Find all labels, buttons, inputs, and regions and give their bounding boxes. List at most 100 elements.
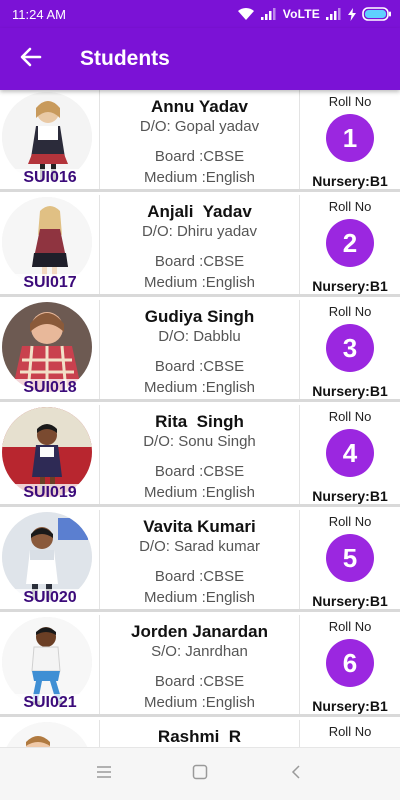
- student-medium: Medium :English: [144, 274, 255, 291]
- home-square-icon: [192, 764, 208, 785]
- student-info: Vavita Kumari D/O: Sarad kumar Board :CB…: [100, 510, 300, 609]
- roll-column: Roll No 4 Nursery:B1: [300, 405, 400, 504]
- status-bar: 11:24 AM VoLTE: [0, 0, 400, 28]
- student-name: Annu Yadav: [151, 97, 248, 116]
- student-info: Annu Yadav D/O: Gopal yadav Board :CBSE …: [100, 90, 300, 189]
- student-info: Rashmi R: [100, 720, 300, 747]
- roll-column: Roll No 6 Nursery:B1: [300, 615, 400, 714]
- system-nav-bar: [0, 747, 400, 800]
- student-medium: Medium :English: [144, 589, 255, 606]
- student-card[interactable]: SUI019 Rita Singh D/O: Sonu Singh Board …: [0, 405, 400, 507]
- student-photo-column: SUI021: [0, 615, 100, 714]
- student-name: Gudiya Singh: [144, 307, 255, 326]
- student-class: Nursery:B1: [312, 278, 388, 294]
- roll-number-badge: 6: [326, 639, 374, 687]
- student-class: Nursery:B1: [312, 593, 388, 609]
- student-parent: D/O: Gopal yadav: [139, 118, 260, 135]
- roll-label: Roll No: [328, 514, 372, 529]
- student-board: Board :CBSE: [154, 358, 245, 375]
- student-photo-column: SUI017: [0, 195, 100, 294]
- student-name: Vavita Kumari: [143, 517, 256, 536]
- roll-label: Roll No: [328, 724, 372, 739]
- student-id: SUI016: [0, 169, 99, 187]
- student-board: Board :CBSE: [154, 253, 245, 270]
- student-info: Gudiya Singh D/O: Dabblu Board :CBSE Med…: [100, 300, 300, 399]
- arrow-left-icon: [20, 46, 42, 73]
- student-id: SUI018: [0, 379, 99, 397]
- network-label: VoLTE: [282, 7, 320, 21]
- student-card[interactable]: SUI021 Jorden Janardan S/O: Janrdhan Boa…: [0, 615, 400, 717]
- student-class: Nursery:B1: [312, 698, 388, 714]
- student-class: Nursery:B1: [312, 173, 388, 189]
- student-card[interactable]: SUI018 Gudiya Singh D/O: Dabblu Board :C…: [0, 300, 400, 402]
- student-photo-column: SUI018: [0, 300, 100, 399]
- status-icons: VoLTE: [237, 7, 392, 21]
- student-class: Nursery:B1: [312, 488, 388, 504]
- student-info: Rita Singh D/O: Sonu Singh Board :CBSE M…: [100, 405, 300, 504]
- status-time: 11:24 AM: [12, 6, 66, 22]
- roll-label: Roll No: [328, 409, 372, 424]
- roll-column: Roll No 5 Nursery:B1: [300, 510, 400, 609]
- student-photo-column: [0, 720, 100, 747]
- app-bar: Students: [0, 28, 400, 90]
- roll-label: Roll No: [328, 94, 372, 109]
- student-parent: D/O: Dhiru yadav: [141, 223, 258, 240]
- student-info: Anjali Yadav D/O: Dhiru yadav Board :CBS…: [100, 195, 300, 294]
- student-parent: S/O: Janrdhan: [151, 643, 248, 660]
- student-medium: Medium :English: [144, 694, 255, 711]
- student-board: Board :CBSE: [154, 568, 245, 585]
- student-card[interactable]: SUI017 Anjali Yadav D/O: Dhiru yadav Boa…: [0, 195, 400, 297]
- student-id: SUI017: [0, 274, 99, 292]
- student-parent: D/O: Sarad kumar: [139, 538, 260, 555]
- student-medium: Medium :English: [144, 379, 255, 396]
- roll-number-badge: 1: [326, 114, 374, 162]
- student-class: Nursery:B1: [312, 383, 388, 399]
- wifi-icon: [237, 7, 255, 21]
- student-medium: Medium :English: [144, 484, 255, 501]
- student-parent: D/O: Sonu Singh: [143, 433, 256, 450]
- student-card[interactable]: SUI020 Vavita Kumari D/O: Sarad kumar Bo…: [0, 510, 400, 612]
- student-board: Board :CBSE: [154, 148, 245, 165]
- roll-label: Roll No: [328, 304, 372, 319]
- roll-number-badge: 2: [326, 219, 374, 267]
- student-info: Jorden Janardan S/O: Janrdhan Board :CBS…: [100, 615, 300, 714]
- student-board: Board :CBSE: [154, 463, 245, 480]
- student-photo-column: SUI016: [0, 90, 100, 189]
- signal-icon: [326, 8, 342, 20]
- student-photo-column: SUI019: [0, 405, 100, 504]
- page-title: Students: [80, 47, 170, 70]
- student-parent: D/O: Dabblu: [158, 328, 241, 345]
- signal-icon: [260, 8, 277, 20]
- roll-number-badge: 3: [326, 324, 374, 372]
- student-id: SUI020: [0, 589, 99, 607]
- menu-button[interactable]: [82, 752, 126, 796]
- roll-column: Roll No 2 Nursery:B1: [300, 195, 400, 294]
- student-name: Rita Singh: [155, 412, 244, 431]
- student-board: Board :CBSE: [154, 673, 245, 690]
- home-button[interactable]: [178, 752, 222, 796]
- back-chevron-icon: [290, 764, 302, 785]
- roll-number-badge: 5: [326, 534, 374, 582]
- student-card[interactable]: SUI016 Annu Yadav D/O: Gopal yadav Board…: [0, 90, 400, 192]
- student-card[interactable]: Rashmi R Roll No: [0, 720, 400, 747]
- battery-icon: [362, 7, 392, 21]
- system-back-button[interactable]: [274, 752, 318, 796]
- student-photo-column: SUI020: [0, 510, 100, 609]
- roll-label: Roll No: [328, 199, 372, 214]
- roll-number-badge: 4: [326, 429, 374, 477]
- charging-icon: [348, 7, 356, 21]
- roll-column: Roll No: [300, 720, 400, 747]
- student-medium: Medium :English: [144, 169, 255, 186]
- roll-column: Roll No 1 Nursery:B1: [300, 90, 400, 189]
- student-name: Jorden Janardan: [131, 622, 268, 641]
- student-id: SUI019: [0, 484, 99, 502]
- student-list[interactable]: SUI016 Annu Yadav D/O: Gopal yadav Board…: [0, 90, 400, 747]
- student-name: Anjali Yadav: [147, 202, 252, 221]
- student-avatar: [2, 722, 92, 747]
- student-id: SUI021: [0, 694, 99, 712]
- menu-icon: [96, 765, 112, 784]
- back-button[interactable]: [0, 28, 62, 90]
- student-name: Rashmi R: [157, 727, 242, 746]
- roll-label: Roll No: [328, 619, 372, 634]
- roll-column: Roll No 3 Nursery:B1: [300, 300, 400, 399]
